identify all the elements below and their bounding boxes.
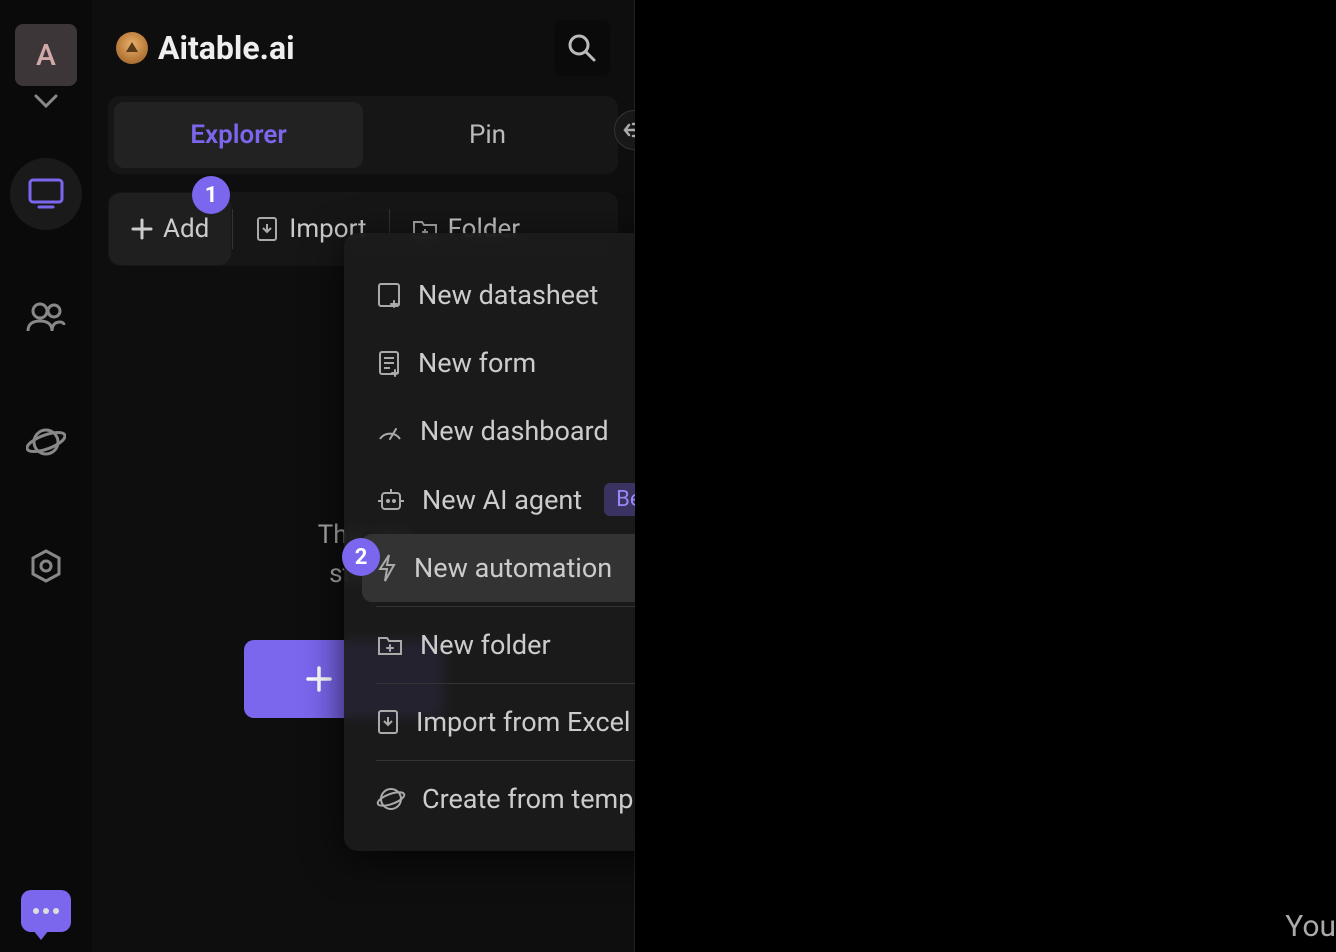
step-badge-1: 1 [192, 176, 230, 214]
tab-pin[interactable]: Pin [363, 102, 612, 168]
menu-label: New dashboard [420, 415, 609, 447]
brand-logo-icon [116, 32, 148, 64]
left-rail: A [0, 0, 92, 952]
menu-label: New AI agent [422, 484, 582, 516]
nav-contacts[interactable] [10, 282, 82, 354]
add-label: Add [163, 214, 209, 244]
main-content: You [635, 0, 1336, 952]
menu-label: New folder [420, 629, 551, 661]
chat-widget[interactable] [21, 890, 71, 932]
workspace-avatar[interactable]: A [15, 24, 77, 86]
bottom-fragment: You [1285, 909, 1336, 944]
tab-explorer[interactable]: Explorer [114, 102, 363, 168]
brand-name: Aitable.ai [158, 29, 295, 67]
menu-label: New form [418, 347, 536, 379]
menu-label: New automation [414, 552, 612, 584]
nav-settings[interactable] [10, 530, 82, 602]
sidebar-tabs: Explorer Pin [108, 96, 618, 174]
menu-label: New datasheet [418, 279, 598, 311]
step-badge-2: 2 [342, 538, 380, 576]
nav-explore[interactable] [10, 406, 82, 478]
menu-label: Import from Excel [416, 706, 630, 738]
brand: Aitable.ai [116, 29, 295, 67]
search-button[interactable] [554, 20, 610, 76]
workspace-chevron-icon[interactable] [34, 94, 58, 108]
sidebar-panel: Aitable.ai Explorer Pin Add Import [92, 0, 635, 952]
nav-workbench[interactable] [10, 158, 82, 230]
